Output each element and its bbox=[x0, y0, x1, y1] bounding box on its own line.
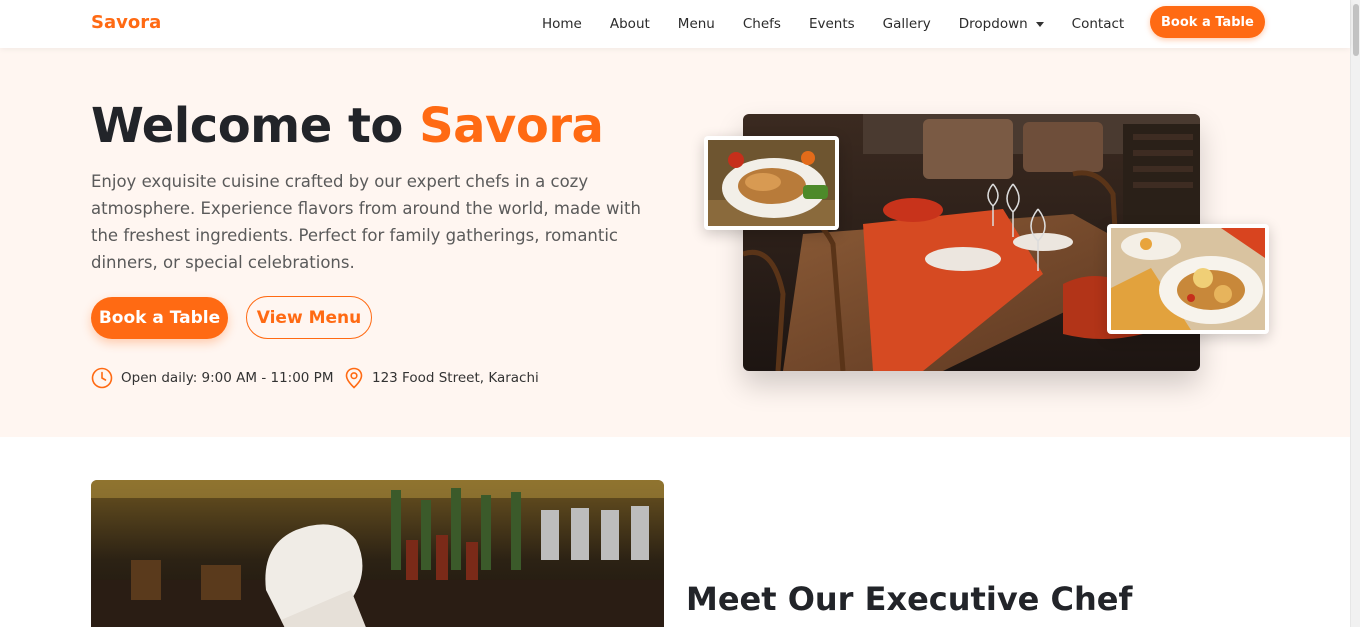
nav-links: Home About Menu Chefs Events Gallery Dro… bbox=[528, 0, 1138, 48]
page-scrollbar[interactable] bbox=[1350, 0, 1360, 627]
book-table-button[interactable]: Book a Table bbox=[91, 297, 228, 339]
address: 123 Food Street, Karachi bbox=[344, 367, 539, 389]
chef-image bbox=[91, 480, 664, 627]
brand-logo[interactable]: Savora bbox=[91, 12, 161, 33]
hero-title: Welcome to Savora bbox=[91, 98, 604, 154]
nav-gallery[interactable]: Gallery bbox=[869, 16, 945, 32]
view-menu-button[interactable]: View Menu bbox=[246, 296, 372, 339]
nav-dropdown-label: Dropdown bbox=[958, 16, 1028, 32]
location-pin-icon bbox=[345, 367, 363, 389]
scrollbar-thumb[interactable] bbox=[1353, 4, 1359, 56]
nav-book-table-button[interactable]: Book a Table bbox=[1150, 6, 1265, 38]
clock-icon bbox=[91, 367, 113, 389]
navbar: Savora Home About Menu Chefs Events Gall… bbox=[0, 0, 1350, 48]
hero-title-prefix: Welcome to bbox=[91, 98, 420, 154]
nav-events[interactable]: Events bbox=[795, 16, 869, 32]
nav-chefs[interactable]: Chefs bbox=[729, 16, 795, 32]
chef-section-title: Meet Our Executive Chef bbox=[686, 580, 1133, 618]
dish-image-grilled bbox=[704, 136, 839, 230]
dish-image-plated bbox=[1107, 224, 1269, 334]
opening-hours: Open daily: 9:00 AM - 11:00 PM bbox=[91, 367, 333, 389]
caret-down-icon bbox=[1035, 21, 1044, 27]
nav-dropdown[interactable]: Dropdown bbox=[945, 16, 1058, 32]
opening-hours-text: Open daily: 9:00 AM - 11:00 PM bbox=[121, 370, 334, 386]
hero-section: Welcome to Savora Enjoy exquisite cuisin… bbox=[0, 48, 1350, 437]
nav-about[interactable]: About bbox=[596, 16, 664, 32]
hero-title-accent: Savora bbox=[419, 98, 604, 154]
address-text: 123 Food Street, Karachi bbox=[372, 370, 539, 386]
nav-menu[interactable]: Menu bbox=[664, 16, 729, 32]
hero-description: Enjoy exquisite cuisine crafted by our e… bbox=[91, 172, 641, 272]
nav-contact[interactable]: Contact bbox=[1058, 16, 1139, 32]
nav-home[interactable]: Home bbox=[528, 16, 596, 32]
